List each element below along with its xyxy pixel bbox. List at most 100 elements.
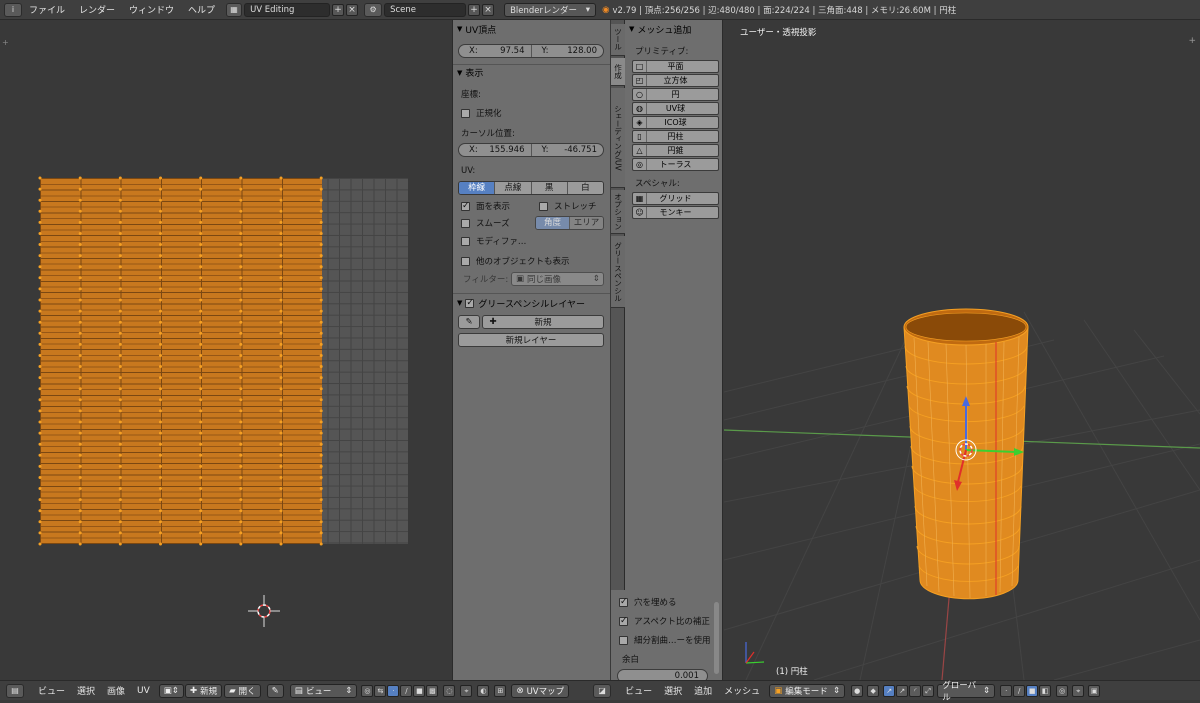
uv-vertex[interactable]	[319, 387, 323, 391]
uv-vertex[interactable]	[38, 431, 42, 435]
add-grid-button[interactable]: ▦ グリッド	[632, 192, 719, 205]
uv-vertex[interactable]	[199, 431, 203, 435]
uv-vertex[interactable]	[319, 198, 323, 202]
uv-vertex[interactable]	[118, 198, 122, 202]
layout-selector[interactable]: UV Editing	[244, 2, 331, 17]
cursor-x[interactable]: 155.946	[489, 145, 524, 155]
uv-vertex[interactable]	[239, 464, 243, 468]
uv-vertex[interactable]	[199, 531, 203, 535]
transform-orientation-dropdown[interactable]: グローバル ⇕	[937, 681, 996, 703]
uv-vertex[interactable]	[78, 365, 82, 368]
uv-vertex[interactable]	[118, 232, 122, 235]
add-cylinder-button[interactable]: ▯ 円柱	[632, 130, 719, 143]
uv-vertex[interactable]	[319, 431, 323, 435]
uv-vertex[interactable]	[279, 376, 283, 380]
uv-vertex[interactable]	[199, 487, 203, 490]
uv-vertex[interactable]	[78, 453, 82, 457]
uv-vertex[interactable]	[78, 531, 82, 535]
uv-vertex[interactable]	[239, 487, 243, 490]
uv-vertex[interactable]	[279, 243, 283, 246]
uv-vertex[interactable]	[239, 376, 243, 380]
uv-vertex[interactable]	[199, 376, 203, 380]
uv-vertex[interactable]	[38, 342, 42, 346]
uv-vertex[interactable]	[118, 331, 122, 335]
uv-vertex[interactable]	[118, 520, 122, 524]
uv-vertex[interactable]	[239, 209, 243, 213]
info-editor-icon[interactable]: i	[4, 2, 22, 17]
uv-vertex[interactable]	[38, 309, 42, 313]
uv-vertex[interactable]	[279, 320, 283, 324]
uv-vertex[interactable]	[38, 464, 42, 468]
uv-vertex[interactable]	[78, 209, 82, 213]
uv-vertex[interactable]	[279, 254, 283, 258]
uv-vertex[interactable]	[279, 487, 283, 490]
tab-shading-uv[interactable]: シェーディング/UV	[611, 88, 625, 188]
tab-grease-pencil[interactable]: グリースペンシル	[611, 236, 625, 308]
uv-vertex[interactable]	[199, 265, 203, 269]
uv-vertex[interactable]	[319, 476, 323, 479]
other-objects-checkbox[interactable]: 他のオブジェクトも表示	[461, 255, 610, 267]
uv-vertex[interactable]	[159, 442, 162, 446]
manipulator-toggle-icon[interactable]: ↗	[883, 684, 896, 697]
uv-vertex[interactable]	[199, 464, 203, 468]
uv-vertex[interactable]	[78, 243, 82, 246]
uv-vertex[interactable]	[239, 520, 243, 524]
uv-vertex[interactable]	[159, 531, 162, 535]
uv-vertex[interactable]	[118, 309, 122, 313]
new-image-button[interactable]: ✚ 新規	[184, 683, 223, 698]
uv-vertex[interactable]	[319, 398, 323, 402]
uv-vertex[interactable]	[159, 232, 162, 235]
uv-vertex[interactable]	[159, 331, 162, 335]
uv-vertex[interactable]	[199, 298, 203, 302]
uv-menu-view[interactable]: ビュー	[32, 684, 71, 697]
uv-vertex[interactable]	[239, 498, 243, 502]
uv-vertex[interactable]	[239, 365, 243, 368]
viewport-shading-icon[interactable]: ●	[851, 684, 864, 697]
uv-vertex[interactable]	[239, 254, 243, 258]
uv-vertex[interactable]	[279, 176, 283, 180]
uv-vertex[interactable]	[279, 509, 283, 513]
uv-vertex[interactable]	[199, 331, 203, 335]
uv-vertex[interactable]	[239, 509, 243, 513]
uv-vertex[interactable]	[319, 276, 323, 280]
uv-vertex[interactable]	[118, 243, 122, 246]
uv-menu-select[interactable]: 選択	[71, 684, 101, 697]
uv-vertex[interactable]	[78, 398, 82, 402]
vertex-select-mode-icon[interactable]: ·	[1000, 684, 1013, 697]
face-select-mode-icon[interactable]: ■	[1026, 684, 1039, 697]
uv-vertex[interactable]	[279, 453, 283, 457]
uv-vertex[interactable]	[319, 209, 323, 213]
uv-vertex[interactable]	[199, 176, 203, 180]
uv-vertex[interactable]	[199, 542, 203, 546]
uv-vertex[interactable]	[38, 453, 42, 457]
uv-vertex[interactable]	[279, 398, 283, 402]
uv-vertex[interactable]	[78, 309, 82, 313]
panel-scrollbar[interactable]	[714, 602, 719, 674]
pivot-icon[interactable]: ◎	[361, 684, 374, 697]
uv-vertex[interactable]	[78, 420, 82, 424]
uv-vertex[interactable]	[78, 376, 82, 380]
uv-vertex[interactable]	[159, 453, 162, 457]
menu-window[interactable]: ウィンドウ	[122, 3, 181, 16]
uv-vertex[interactable]	[199, 254, 203, 258]
pin-icon[interactable]: ✎	[266, 683, 284, 698]
render-preview-icon[interactable]: ▣	[1088, 684, 1101, 697]
uv-vertex[interactable]	[319, 520, 323, 524]
uv-mode-dash[interactable]: 点線	[495, 182, 532, 194]
uv-vertex[interactable]	[199, 243, 203, 246]
uv-vertex[interactable]	[159, 354, 162, 357]
face-select-icon[interactable]: ■	[413, 684, 426, 697]
uv-vertex[interactable]	[78, 232, 82, 235]
uv-vertex[interactable]	[239, 187, 243, 191]
uv-vertex[interactable]	[279, 476, 283, 479]
uv-vertex-header[interactable]: ▼ UV頂点	[453, 22, 610, 36]
add-icosphere-button[interactable]: ◈ ICO球	[632, 116, 719, 129]
sticky-mode-icon[interactable]: ◐	[477, 684, 490, 697]
uv-vertex[interactable]	[279, 287, 283, 291]
use-subsurf-checkbox[interactable]: 細分割曲…ーを使用	[619, 634, 722, 646]
uv-vertex[interactable]	[38, 487, 42, 490]
uv-vertex[interactable]	[118, 320, 122, 324]
uv-vertex[interactable]	[118, 254, 122, 258]
new-grease-button[interactable]: ✚ 新規	[482, 315, 604, 329]
uv-vertex[interactable]	[38, 354, 42, 357]
